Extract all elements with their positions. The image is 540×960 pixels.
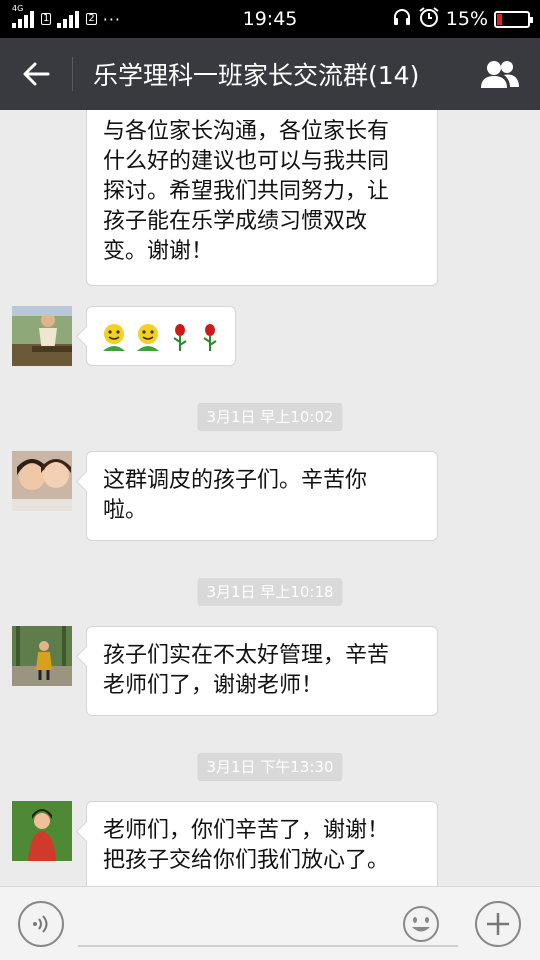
- message-text: 孩子能在乐学成绩习惯双改: [103, 209, 368, 234]
- title-divider: [72, 57, 73, 91]
- message-bubble[interactable]: 孩子们实在不太好管理，辛苦 老师们了，谢谢老师！: [86, 626, 438, 716]
- signal-icon-2: [57, 10, 80, 28]
- chat-area[interactable]: 与各位家长沟通，各位家长有 什么好的建议也可以与我共同 探讨。希望我们共同努力，…: [0, 110, 540, 886]
- chat-title: 乐学理科一班家长交流群(14): [93, 61, 420, 90]
- status-right: 15%: [392, 6, 533, 33]
- plus-icon: [487, 913, 509, 935]
- message-text: 探讨。希望我们共同努力，让: [103, 179, 390, 204]
- message-text: 什么好的建议也可以与我共同: [103, 149, 390, 174]
- sim-2-badge: 2: [86, 13, 97, 25]
- avatar[interactable]: [12, 306, 72, 366]
- message-text: 啦。: [103, 498, 148, 523]
- network-type: 4G: [12, 4, 24, 13]
- message-bubble[interactable]: 老师们，你们辛苦了，谢谢！ 把孩子交给你们我们放心了。: [86, 801, 438, 886]
- battery-percent: 15%: [445, 8, 488, 30]
- back-arrow-icon: [23, 62, 50, 86]
- people-icon: [481, 61, 519, 88]
- more-actions-button[interactable]: [475, 901, 521, 947]
- status-left: 4G 1 2 ···: [12, 4, 122, 29]
- title-bar: 乐学理科一班家长交流群(14): [0, 38, 540, 110]
- message-text: 变。谢谢！: [103, 239, 214, 264]
- smiley-emoji-icon: [103, 324, 125, 351]
- status-bar: 4G 1 2 ··· 19:45 15%: [0, 0, 540, 38]
- headset-icon: [392, 7, 412, 32]
- voice-icon: [33, 915, 48, 933]
- smiley-icon: [403, 906, 439, 942]
- timestamp: 3月1日 下午13:30: [197, 753, 343, 781]
- signal-icon: 4G: [12, 4, 34, 28]
- message-bubble[interactable]: [86, 306, 236, 366]
- avatar[interactable]: [12, 801, 72, 861]
- message-text: 把孩子交给你们我们放心了。: [103, 848, 390, 873]
- message-text: 老师们，你们辛苦了，谢谢！: [103, 818, 390, 843]
- sim-1-badge: 1: [41, 13, 52, 25]
- smiley-emoji-icon: [137, 324, 159, 351]
- battery-fill: [497, 13, 502, 25]
- group-members-button[interactable]: [460, 38, 540, 110]
- timestamp: 3月1日 早上10:18: [197, 578, 343, 606]
- message-text: 与各位家长沟通，各位家长有: [103, 119, 390, 144]
- message-bubble[interactable]: 与各位家长沟通，各位家长有 什么好的建议也可以与我共同 探讨。希望我们共同努力，…: [86, 110, 438, 286]
- avatar[interactable]: [12, 451, 72, 511]
- message-text: 老师们了，谢谢老师！: [103, 673, 324, 698]
- voice-input-button[interactable]: [18, 901, 64, 947]
- alarm-icon: [418, 6, 440, 33]
- timestamp: 3月1日 早上10:02: [197, 403, 343, 431]
- message-bubble[interactable]: 这群调皮的孩子们。辛苦你 啦。: [86, 451, 438, 541]
- more-notifications: ···: [102, 9, 122, 29]
- rose-emoji-icon: [173, 324, 187, 351]
- avatar[interactable]: [12, 626, 72, 686]
- back-button[interactable]: [0, 38, 72, 110]
- emoji-button[interactable]: [402, 905, 440, 943]
- battery-icon: [494, 10, 533, 28]
- input-bar: [0, 886, 540, 960]
- message-text: 这群调皮的孩子们。辛苦你: [103, 468, 368, 493]
- message-input[interactable]: [78, 901, 458, 947]
- rose-emoji-icon: [203, 324, 217, 351]
- emoji-row: [99, 317, 223, 357]
- message-text: 孩子们实在不太好管理，辛苦: [103, 643, 390, 668]
